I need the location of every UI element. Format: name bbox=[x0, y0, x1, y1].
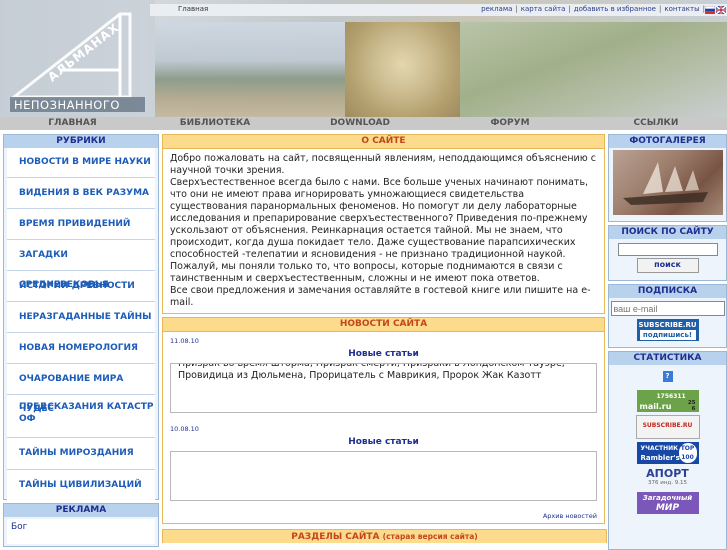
rambler-top: TOP bbox=[680, 445, 695, 452]
breadcrumb[interactable]: Главная bbox=[178, 5, 208, 13]
about-paragraph-2: Сверхъестественное всегда было с нами. В… bbox=[170, 177, 589, 260]
about-paragraph-3: Пожалуй, мы поняли только то, что вопрос… bbox=[170, 261, 563, 284]
search-title: ПОИСК ПО САЙТУ bbox=[609, 226, 726, 239]
logo-text-unknown: НЕПОЗНАННОГО bbox=[14, 98, 120, 112]
aport-stats: 376 инд. 9.15 bbox=[648, 480, 687, 486]
news-item-text: Призрак во время шторма, Призрак смерти,… bbox=[170, 363, 597, 413]
mailru-label: mail.ru bbox=[639, 402, 672, 411]
about-title: О САЙТЕ bbox=[163, 135, 604, 149]
gallery-panel: ФОТОГАЛЕРЕЯ bbox=[608, 134, 727, 222]
rambler-counter[interactable]: УЧАСТНИК Rambler's TOP 100 bbox=[636, 442, 699, 464]
news-date: 10.08.10 bbox=[170, 425, 199, 433]
aport-label: АПОРТ bbox=[646, 467, 689, 480]
top-link-bookmark[interactable]: добавить в избранное bbox=[574, 5, 656, 13]
liveinternet-small-bottom: 6 bbox=[691, 406, 696, 412]
zagadochny-line2: МИР bbox=[655, 503, 680, 513]
about-text: Добро пожаловать на сайт, посвященный яв… bbox=[163, 149, 604, 313]
rubric-civilizations[interactable]: ТАЙНЫ ЦИВИЛИЗАЦИЙ bbox=[7, 470, 155, 500]
rubric-ghosts[interactable]: ВРЕМЯ ПРИВИДЕНИЙ bbox=[7, 209, 155, 240]
rubric-visions[interactable]: ВИДЕНИЯ В ВЕК РАЗУМА bbox=[7, 178, 155, 209]
news-archive-link[interactable]: Архив новостей bbox=[543, 512, 597, 520]
center-column: О САЙТЕ Добро пожаловать на сайт, посвящ… bbox=[162, 134, 607, 545]
top-links: реклама | карта сайта | добавить в избранн… bbox=[481, 5, 705, 13]
news-item-text bbox=[170, 451, 597, 501]
main-nav: ГЛАВНАЯ БИБЛИОТЕКА DOWNLOAD ФОРУМ ССЫЛКИ bbox=[0, 117, 727, 130]
nav-links[interactable]: ССЫЛКИ bbox=[585, 117, 727, 130]
nav-forum[interactable]: ФОРУМ bbox=[435, 117, 585, 130]
zagadochny-mir-counter[interactable]: Загадочный МИР bbox=[636, 492, 699, 514]
site-logo[interactable]: АЛЬМАНАХ НЕПОЗНАННОГО bbox=[0, 0, 155, 117]
search-button[interactable]: поиск bbox=[636, 258, 699, 273]
stats-title: СТАТИСТИКА bbox=[609, 352, 726, 365]
rubric-prophecies[interactable]: ПРЕДСКАЗАНИЯ КАТАСТРОФ bbox=[7, 395, 155, 438]
header-link-strip: Главная реклама | карта сайта | добавить в… bbox=[150, 4, 727, 16]
subscribe-counter[interactable]: SUBSCRIBE.RU bbox=[635, 415, 700, 439]
about-paragraph-1: Добро пожаловать на сайт, посвященный яв… bbox=[170, 153, 596, 176]
rambler-brand: Rambler's bbox=[640, 454, 680, 462]
counter-icon[interactable]: ? bbox=[662, 371, 673, 382]
gallery-photo-ship[interactable] bbox=[612, 150, 723, 215]
aport-counter[interactable]: АПОРТ 376 инд. 9.15 bbox=[637, 467, 699, 489]
rubric-antiquity[interactable]: ИСТОРИИ ДРЕВНОСТИ bbox=[7, 271, 155, 302]
header-photo-crop-circle bbox=[345, 22, 460, 117]
news-panel: НОВОСТИ САЙТА 11.08.10 Новые статьи Приз… bbox=[162, 317, 605, 524]
left-column: РУБРИКИ НОВОСТИ В МИРЕ НАУКИ ВИДЕНИЯ В В… bbox=[3, 134, 159, 547]
gallery-title: ФОТОГАЛЕРЕЯ bbox=[609, 135, 726, 148]
subscribe-panel: ПОДПИСКА SUBSCRIBE.RU подпишись! bbox=[608, 284, 727, 348]
subscribe-badge-brand: SUBSCRIBE.RU bbox=[638, 321, 697, 329]
flag-uk-icon[interactable] bbox=[716, 6, 726, 14]
rubric-mysteries[interactable]: НЕРАЗГАДАННЫЕ ТАЙНЫ bbox=[7, 302, 155, 333]
sections-note: (старая версия сайта) bbox=[382, 532, 478, 541]
top-link-sitemap[interactable]: карта сайта bbox=[521, 5, 566, 13]
rubric-medieval[interactable]: ЗАГАДКИ СРЕДНЕВЕКОВЬЯ bbox=[7, 240, 155, 290]
news-item-text-content: Призрак во время шторма, Призрак смерти,… bbox=[178, 363, 565, 381]
stats-panel: СТАТИСТИКА ? 1756311 mail.ru 25 6 SUBSCR… bbox=[608, 351, 727, 550]
ads-title: РЕКЛАМА bbox=[4, 504, 158, 517]
sections-title-bar: РАЗДЕЛЫ САЙТА (старая версия сайта) bbox=[162, 529, 607, 543]
site-header: АЛЬМАНАХ НЕПОЗНАННОГО Главная реклама | к… bbox=[0, 0, 727, 117]
zagadochny-line1: Загадочный bbox=[642, 494, 693, 502]
nav-home[interactable]: ГЛАВНАЯ bbox=[0, 117, 145, 130]
rambler-top-circle: TOP 100 bbox=[678, 443, 697, 463]
news-title: НОВОСТИ САЙТА bbox=[163, 318, 604, 332]
rubric-numerology[interactable]: НОВАЯ НОМЕРОЛОГИЯ bbox=[7, 333, 155, 364]
subscribe-title: ПОДПИСКА bbox=[609, 285, 726, 298]
top-link-ads[interactable]: реклама bbox=[481, 5, 512, 13]
liveinternet-counter[interactable]: 1756311 mail.ru 25 6 bbox=[636, 390, 699, 412]
flag-ru-icon[interactable] bbox=[705, 6, 715, 14]
rubric-miracles[interactable]: ОЧАРОВАНИЕ МИРА ЧУДЕС bbox=[7, 364, 155, 414]
sections-title: РАЗДЕЛЫ САЙТА bbox=[291, 532, 380, 542]
nav-download[interactable]: DOWNLOAD bbox=[285, 117, 435, 130]
nav-library[interactable]: БИБЛИОТЕКА bbox=[145, 117, 285, 130]
news-item-title[interactable]: Новые статьи bbox=[163, 437, 604, 447]
rubrics-panel: РУБРИКИ НОВОСТИ В МИРЕ НАУКИ ВИДЕНИЯ В В… bbox=[3, 134, 159, 500]
rubrics-title: РУБРИКИ bbox=[4, 135, 158, 148]
header-photo-landscape bbox=[155, 22, 345, 117]
search-panel: ПОИСК ПО САЙТУ поиск bbox=[608, 225, 727, 281]
email-field[interactable] bbox=[610, 301, 725, 316]
about-panel: О САЙТЕ Добро пожаловать на сайт, посвящ… bbox=[162, 134, 605, 314]
right-column: ФОТОГАЛЕРЕЯ ПОИСК ПО САЙТУ поиск ПОДПИСК… bbox=[608, 134, 727, 550]
subscribe-badge[interactable]: SUBSCRIBE.RU подпишись! bbox=[636, 319, 699, 341]
news-date: 11.08.10 bbox=[170, 337, 199, 345]
rubric-universe[interactable]: ТАЙНЫ МИРОЗДАНИЯ bbox=[7, 438, 155, 470]
ad-text[interactable]: Бог bbox=[7, 519, 155, 544]
ads-panel: РЕКЛАМА Бог bbox=[3, 503, 159, 547]
rubric-science-news[interactable]: НОВОСТИ В МИРЕ НАУКИ bbox=[7, 148, 155, 178]
news-item-title[interactable]: Новые статьи bbox=[163, 349, 604, 359]
search-input[interactable] bbox=[617, 243, 718, 256]
subscribe-badge-action: подпишись! bbox=[639, 330, 696, 340]
rambler-num: 100 bbox=[681, 454, 694, 461]
top-link-contacts[interactable]: контакты bbox=[664, 5, 699, 13]
about-paragraph-4: Все свои предложения и замечания оставля… bbox=[170, 285, 591, 308]
header-photo-aerial-map bbox=[460, 22, 727, 117]
